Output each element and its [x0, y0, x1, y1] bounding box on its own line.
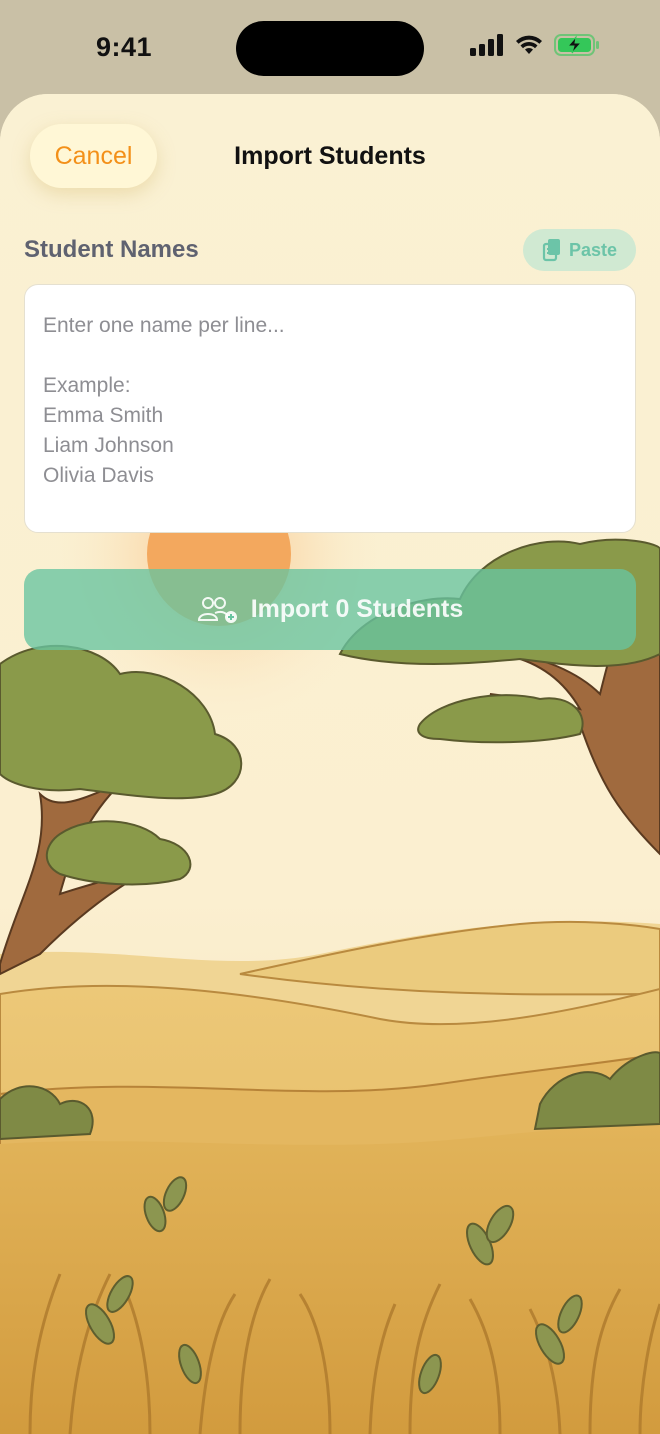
import-students-button[interactable]: Import 0 Students: [24, 569, 636, 650]
clipboard-copy-icon: [542, 239, 560, 262]
cellular-signal-icon: [470, 34, 503, 56]
student-names-textarea[interactable]: Enter one name per line... Example: Emma…: [24, 284, 636, 533]
dynamic-island: [236, 21, 424, 76]
status-time: 9:41: [96, 32, 153, 62]
wifi-icon: [516, 35, 542, 54]
battery-charging-icon: [554, 34, 599, 56]
paste-button-label: Paste: [568, 239, 618, 260]
people-add-icon: [197, 596, 237, 623]
paste-button[interactable]: Paste: [523, 229, 636, 271]
sheet-header: Cancel Import Students: [0, 94, 660, 224]
page-title: Import Students: [234, 142, 426, 170]
student-names-label: Student Names: [24, 236, 199, 263]
import-button-label: Import 0 Students: [250, 595, 464, 623]
status-icons: [470, 34, 600, 56]
status-bar: 9:41: [0, 0, 660, 96]
import-sheet: Cancel Import Students Student Names Pas…: [0, 94, 660, 1434]
